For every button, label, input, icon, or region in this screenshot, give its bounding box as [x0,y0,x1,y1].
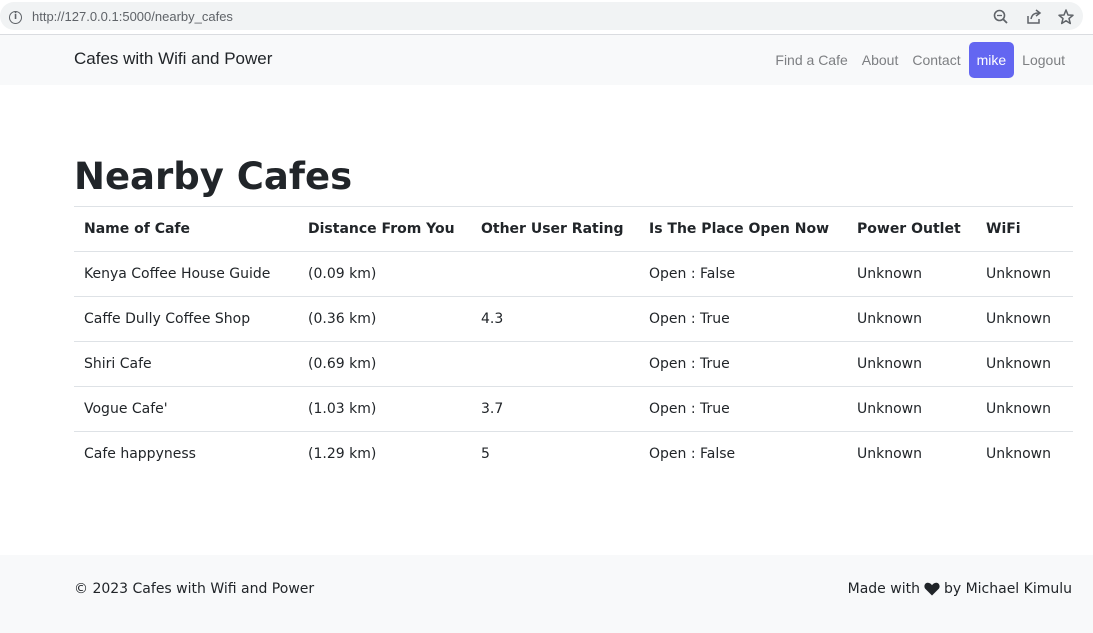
table-header-row: Name of Cafe Distance From You Other Use… [74,206,1073,252]
cell-open: Open : True [639,386,847,432]
url-text[interactable]: http://127.0.0.1:5000/nearby_cafes [32,9,233,24]
cell-wifi: Unknown [976,431,1073,476]
footer-copyright: © 2023 Cafes with Wifi and Power [74,581,315,597]
footer: © 2023 Cafes with Wifi and Power Made wi… [0,555,1093,633]
table-row: Shiri Cafe (0.69 km) Open : True Unknown… [74,341,1073,387]
nav-contact[interactable]: Contact [905,42,967,78]
header-power-outlet: Power Outlet [847,206,976,252]
header-rating: Other User Rating [471,206,639,252]
cell-rating: 4.3 [471,296,639,342]
table-row: Caffe Dully Coffee Shop (0.36 km) 4.3 Op… [74,296,1073,342]
cell-power: Unknown [847,341,976,387]
nav-user-button[interactable]: mike [968,42,1015,78]
cell-distance: (0.09 km) [298,251,471,297]
cell-power: Unknown [847,431,976,476]
page-title: Nearby Cafes [74,155,353,198]
header-distance: Distance From You [298,206,471,252]
cell-wifi: Unknown [976,296,1073,342]
browser-address-bar: i http://127.0.0.1:5000/nearby_cafes [0,0,1093,35]
cafes-table: Name of Cafe Distance From You Other Use… [74,206,1073,476]
bookmark-star-icon[interactable] [1057,8,1075,26]
cell-open: Open : False [639,251,847,297]
footer-credit: Made with by Michael Kimulu [848,581,1072,597]
navbar: Cafes with Wifi and Power Find a Cafe Ab… [0,35,1093,85]
brand-link[interactable]: Cafes with Wifi and Power [74,49,272,69]
footer-made-prefix: Made with [847,581,920,597]
cell-distance: (1.29 km) [298,431,471,476]
heart-icon [924,582,940,596]
cell-distance: (1.03 km) [298,386,471,432]
cell-name: Vogue Cafe' [74,386,298,432]
header-wifi: WiFi [976,206,1073,252]
cell-name: Shiri Cafe [74,341,298,387]
cell-distance: (0.69 km) [298,341,471,387]
cell-power: Unknown [847,251,976,297]
nav-logout[interactable]: Logout [1015,42,1072,78]
site-info-icon[interactable]: i [9,11,22,24]
cell-name: Caffe Dully Coffee Shop [74,296,298,342]
nav-about[interactable]: About [855,42,906,78]
nav-links: Find a Cafe About Contact mike Logout [768,42,1072,78]
share-icon[interactable] [1025,8,1043,26]
cell-wifi: Unknown [976,386,1073,432]
header-open-now: Is The Place Open Now [639,206,847,252]
cell-rating [471,251,639,297]
cell-wifi: Unknown [976,341,1073,387]
zoom-icon[interactable] [992,8,1010,26]
cell-rating: 3.7 [471,386,639,432]
cell-open: Open : True [639,341,847,387]
cell-name: Cafe happyness [74,431,298,476]
cell-wifi: Unknown [976,251,1073,297]
cell-distance: (0.36 km) [298,296,471,342]
url-bar[interactable]: i http://127.0.0.1:5000/nearby_cafes [0,2,1083,30]
table-row: Cafe happyness (1.29 km) 5 Open : False … [74,431,1073,476]
cell-rating [471,341,639,387]
cell-open: Open : True [639,296,847,342]
cell-open: Open : False [639,431,847,476]
cell-power: Unknown [847,386,976,432]
header-name: Name of Cafe [74,206,298,252]
footer-made-suffix: by Michael Kimulu [943,581,1072,597]
nav-find-a-cafe[interactable]: Find a Cafe [768,42,854,78]
cell-name: Kenya Coffee House Guide [74,251,298,297]
table-row: Vogue Cafe' (1.03 km) 3.7 Open : True Un… [74,386,1073,432]
cell-rating: 5 [471,431,639,476]
cell-power: Unknown [847,296,976,342]
table-row: Kenya Coffee House Guide (0.09 km) Open … [74,251,1073,297]
